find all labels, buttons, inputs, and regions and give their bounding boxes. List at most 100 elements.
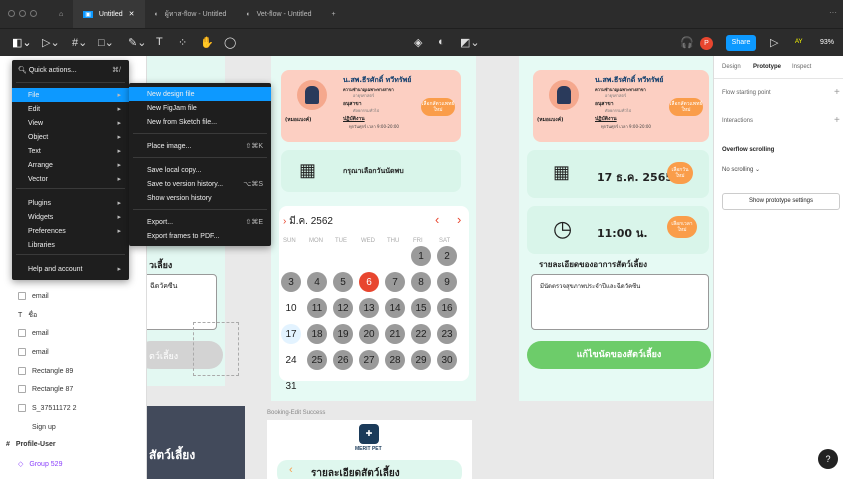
calendar-date[interactable]: 26 xyxy=(333,350,353,370)
file-menu-item[interactable]: Place image... ⇧⌘K xyxy=(129,139,271,153)
more-icon[interactable]: ··· xyxy=(829,8,837,17)
headphones-icon[interactable]: 🎧 xyxy=(680,36,694,49)
change-time-button[interactable]: เลือกเวลาใหม่ xyxy=(667,216,697,238)
change-date-button[interactable]: เลือกวันใหม่ xyxy=(667,162,693,184)
calendar-date[interactable]: 17 xyxy=(281,324,301,344)
calendar-date[interactable]: 24 xyxy=(281,350,301,370)
calendar-date[interactable]: 28 xyxy=(385,350,405,370)
back-icon[interactable]: ‹ xyxy=(289,464,293,476)
menu-item-text[interactable]: Text ▸ xyxy=(12,144,129,158)
calendar-date[interactable]: 9 xyxy=(437,272,457,292)
file-menu-item[interactable]: Export frames to PDF... xyxy=(129,229,271,243)
date-select-card[interactable]: ▦ กรุณาเลือกวันนัดพบ xyxy=(281,150,461,192)
calendar-date[interactable]: 31 xyxy=(281,376,301,396)
avatar[interactable]: P xyxy=(700,37,713,50)
edit-appointment-button[interactable]: แก้ไขนัดของสัตว์เลี้ยง xyxy=(527,341,711,369)
calendar-date[interactable]: 29 xyxy=(411,350,431,370)
hand-tool-icon[interactable]: ✋ xyxy=(200,36,214,49)
menu-item-plugins[interactable]: Plugins ▸ xyxy=(12,196,129,210)
home-button[interactable]: ⌂ xyxy=(49,0,73,28)
layer-item[interactable]: Rectangle 87 xyxy=(18,385,73,393)
time-card[interactable]: ◷ 11:00 น. เลือกเวลาใหม่ xyxy=(527,206,709,254)
menu-item-help-and-account[interactable]: Help and account ▸ xyxy=(12,262,129,276)
prototype-settings-button[interactable]: Show prototype settings xyxy=(722,193,840,210)
frame-tool-icon[interactable]: #⌄ xyxy=(72,36,87,49)
next-month-icon[interactable]: › xyxy=(457,212,461,227)
menu-item-preferences[interactable]: Preferences ▸ xyxy=(12,224,129,238)
menu-item-widgets[interactable]: Widgets ▸ xyxy=(12,210,129,224)
share-button[interactable]: Share xyxy=(726,35,756,51)
vet-card[interactable]: (หมอแบงค์) น.สพ.ธีรศักดิ์ ทวีทรัพย์ ความ… xyxy=(533,70,709,142)
menu-item-view[interactable]: View ▸ xyxy=(12,116,129,130)
calendar-date[interactable]: 27 xyxy=(359,350,379,370)
menu-item-object[interactable]: Object ▸ xyxy=(12,130,129,144)
layer-group[interactable]: ◇ Group 529 xyxy=(18,460,62,469)
calendar-date[interactable]: 4 xyxy=(307,272,327,292)
menu-item-file[interactable]: File ▸ xyxy=(12,88,129,102)
calendar-date[interactable]: 5 xyxy=(333,272,353,292)
symptom-textarea[interactable]: มีนัดตรวจสุขภาพประจำปีและฉีดวัคซีน xyxy=(531,274,709,330)
comment-icon[interactable]: ◯ xyxy=(224,36,236,49)
layer-item[interactable]: email xyxy=(18,292,49,300)
menu-item-libraries[interactable]: Libraries xyxy=(12,238,129,252)
layer-frame[interactable]: # Profile-User xyxy=(6,441,56,448)
text-tool-icon[interactable]: T xyxy=(156,36,163,48)
calendar-date[interactable]: 11 xyxy=(307,298,327,318)
help-button[interactable]: ? xyxy=(818,449,838,469)
file-menu-item[interactable]: Show version history xyxy=(129,191,271,205)
mask-icon[interactable]: ◐ xyxy=(438,36,445,48)
resources-icon[interactable]: ⁘ xyxy=(178,36,187,49)
overflow-select[interactable]: No scrolling ⌄ xyxy=(722,166,760,173)
add-interaction-icon[interactable]: + xyxy=(834,115,840,126)
file-menu-item[interactable]: Export... ⇧⌘E xyxy=(129,215,271,229)
layer-item[interactable]: email xyxy=(18,329,49,337)
prev-month-icon[interactable]: ‹ xyxy=(435,212,439,227)
zoom-level[interactable]: 93% xyxy=(820,39,834,46)
calendar-date[interactable]: 13 xyxy=(359,298,379,318)
file-menu-item[interactable]: Save local copy... xyxy=(129,163,271,177)
change-vet-button[interactable]: เลือกสัตวแพทย์ใหม่ xyxy=(669,98,703,116)
vet-card[interactable]: (หมอแบงค์) น.สพ.ธีรศักดิ์ ทวีทรัพย์ ความ… xyxy=(281,70,461,142)
new-tab-button[interactable]: + xyxy=(322,0,346,28)
close-icon[interactable]: ✕ xyxy=(129,10,135,18)
calendar-date[interactable]: 6 xyxy=(359,272,379,292)
calendar-date[interactable]: 7 xyxy=(385,272,405,292)
calendar-date[interactable]: 1 xyxy=(411,246,431,266)
calendar-date[interactable]: 16 xyxy=(437,298,457,318)
layer-item[interactable]: Rectangle 89 xyxy=(18,367,73,375)
tab-untitled[interactable]: ▣ Untitled ✕ xyxy=(73,0,145,28)
calendar-date[interactable]: 19 xyxy=(333,324,353,344)
calendar-date[interactable]: 3 xyxy=(281,272,301,292)
calendar-date[interactable]: 21 xyxy=(385,324,405,344)
present-icon[interactable]: ▷ xyxy=(770,36,778,49)
calendar-date[interactable]: 2 xyxy=(437,246,457,266)
calendar-date[interactable]: 20 xyxy=(359,324,379,344)
quick-actions[interactable]: 🔍︎ Quick actions... xyxy=(18,66,77,74)
calendar-date[interactable]: 14 xyxy=(385,298,405,318)
tab-vet-flow[interactable]: ◐ Vet-flow - Untitled xyxy=(236,0,321,28)
add-flow-icon[interactable]: + xyxy=(834,87,840,98)
calendar-date[interactable]: 10 xyxy=(281,298,301,318)
calendar-date[interactable]: 8 xyxy=(411,272,431,292)
file-menu-item[interactable]: New from Sketch file... xyxy=(129,115,271,129)
layer-item[interactable]: S_37511172 2 xyxy=(18,404,77,412)
menu-item-arrange[interactable]: Arrange ▸ xyxy=(12,158,129,172)
menu-item-vector[interactable]: Vector ▸ xyxy=(12,172,129,186)
components-icon[interactable]: ◈ xyxy=(414,36,422,49)
layer-item[interactable]: T ชื่อ xyxy=(18,310,37,321)
fill-icon[interactable]: ◩⌄ xyxy=(460,36,480,49)
calendar-date[interactable]: 30 xyxy=(437,350,457,370)
change-vet-button[interactable]: เลือกสัตวแพทย์ใหม่ xyxy=(421,98,455,116)
calendar-date[interactable]: 25 xyxy=(307,350,327,370)
tab-prototype[interactable]: Prototype xyxy=(753,64,781,70)
tab-design[interactable]: Design xyxy=(722,64,741,70)
layer-item[interactable]: email xyxy=(18,348,49,356)
main-menu-icon[interactable]: ◧⌄ xyxy=(12,36,32,49)
calendar-date[interactable]: 22 xyxy=(411,324,431,344)
move-tool-icon[interactable]: ▷⌄ xyxy=(42,36,60,49)
file-menu-item[interactable]: Save to version history... ⌥⌘S xyxy=(129,177,271,191)
date-card[interactable]: ▦ 17 ธ.ค. 2565 เลือกวันใหม่ xyxy=(527,150,709,198)
pen-tool-icon[interactable]: ✎⌄ xyxy=(128,36,146,49)
menu-item-edit[interactable]: Edit ▸ xyxy=(12,102,129,116)
file-menu-item[interactable]: New design file xyxy=(129,87,271,101)
